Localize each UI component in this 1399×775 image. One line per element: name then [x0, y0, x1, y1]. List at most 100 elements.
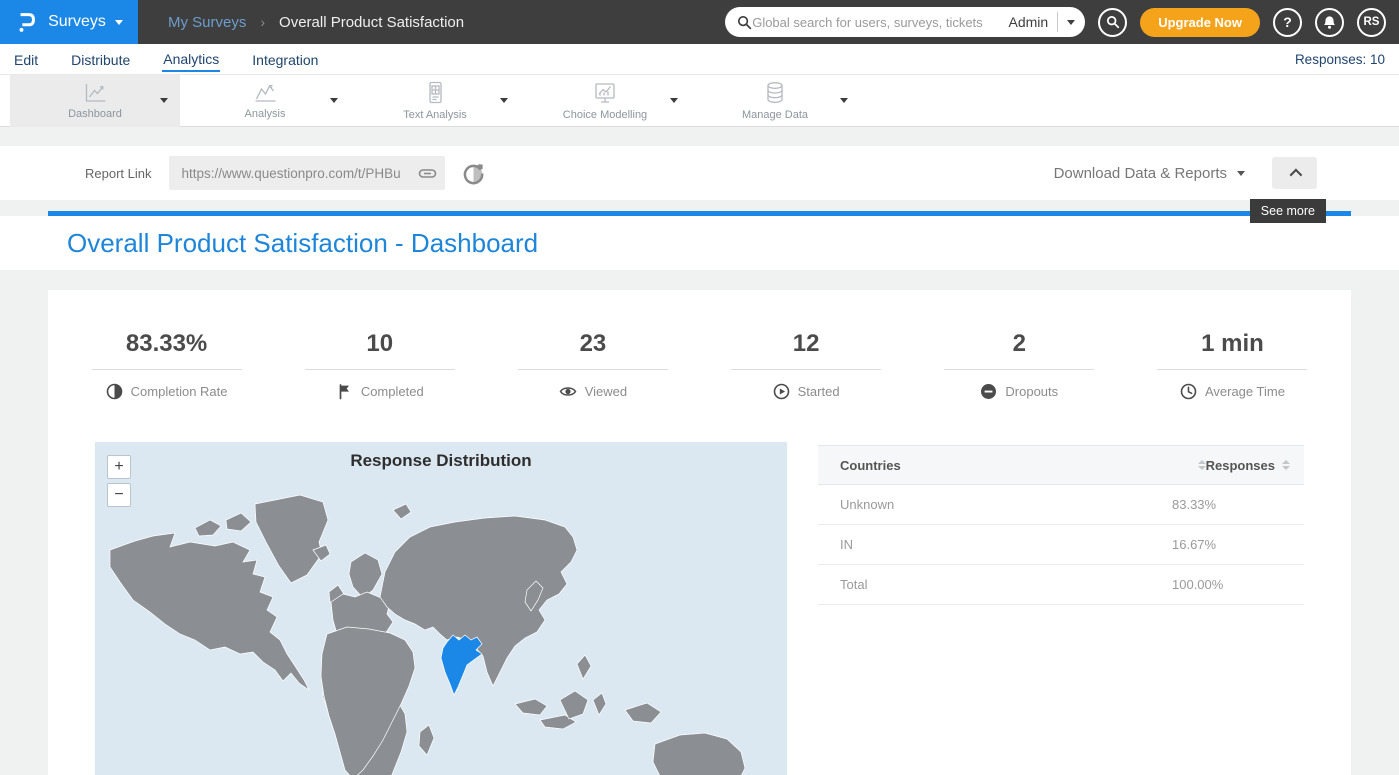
stat-viewed: 23 Viewed	[486, 330, 699, 400]
stat-label: Viewed	[585, 384, 627, 399]
toolbar-text-analysis-label: Text Analysis	[403, 109, 467, 121]
map-zoom-out-button[interactable]: −	[107, 483, 131, 507]
breadcrumb-my-surveys[interactable]: My Surveys	[168, 14, 246, 31]
search-scope-dropdown[interactable]: Admin	[1009, 12, 1080, 32]
greenland-shape	[255, 495, 328, 583]
response-distribution-map[interactable]: Response Distribution + −	[95, 442, 787, 775]
divider	[92, 369, 242, 370]
country-shape	[625, 703, 661, 723]
toolbar-text-analysis[interactable]: Text Analysis	[350, 75, 520, 127]
link-icon[interactable]	[418, 165, 437, 182]
world-map[interactable]	[95, 442, 787, 775]
search-icon	[1106, 15, 1120, 29]
stat-average-time: 1 min Average Time	[1126, 330, 1339, 400]
see-more-tooltip: See more	[1250, 199, 1326, 223]
product-name: Surveys	[48, 13, 106, 31]
search-icon	[737, 15, 752, 30]
map-zoom-in-button[interactable]: +	[107, 455, 131, 479]
tab-edit[interactable]: Edit	[13, 47, 39, 71]
chevron-down-icon[interactable]	[160, 98, 168, 103]
toolbar-manage-data[interactable]: Manage Data	[690, 75, 860, 127]
divider	[1157, 369, 1307, 370]
text-analysis-icon	[424, 81, 446, 105]
stat-completed: 10 Completed	[273, 330, 486, 400]
app-logo-surveys-menu[interactable]: Surveys	[0, 0, 138, 44]
divider	[944, 369, 1094, 370]
responses-cell: 16.67%	[1172, 537, 1304, 552]
divider	[518, 369, 668, 370]
tab-analytics[interactable]: Analytics	[162, 46, 220, 72]
india-highlight[interactable]	[441, 635, 482, 695]
tab-distribute[interactable]: Distribute	[70, 47, 131, 71]
global-search-input[interactable]	[752, 15, 1008, 30]
map-title: Response Distribution	[95, 451, 787, 471]
tab-integration[interactable]: Integration	[251, 47, 319, 71]
toolbar-analysis[interactable]: Analysis	[180, 75, 350, 127]
report-link-label: Report Link	[85, 166, 151, 181]
toolbar-dashboard[interactable]: Dashboard	[10, 75, 180, 127]
toolbar-choice-modelling[interactable]: Choice Modelling	[520, 75, 690, 127]
help-button[interactable]: ?	[1273, 8, 1302, 37]
analysis-chart-icon	[253, 82, 278, 104]
sort-icon[interactable]	[1282, 460, 1290, 470]
report-link-bar: Report Link Download Data & Reports	[0, 146, 1399, 200]
country-cell: Unknown	[840, 497, 1172, 512]
responses-count: Responses: 10	[1295, 52, 1399, 67]
collapse-panel-button[interactable]	[1272, 157, 1317, 189]
stat-label: Completion Rate	[131, 384, 228, 399]
stat-value: 10	[273, 330, 486, 358]
breadcrumb: My Surveys › Overall Product Satisfactio…	[168, 14, 464, 31]
notifications-button[interactable]	[1315, 8, 1344, 37]
country-shape	[349, 553, 382, 598]
chevron-down-icon[interactable]	[670, 98, 678, 103]
stats-row: 83.33% Completion Rate 10 Completed	[48, 290, 1351, 400]
stat-label: Completed	[361, 384, 424, 399]
chevron-down-icon	[115, 20, 123, 25]
stat-label: Dropouts	[1005, 384, 1058, 399]
country-shape	[593, 693, 606, 715]
bell-icon	[1322, 15, 1337, 30]
clock-icon	[1180, 383, 1197, 400]
secure-report-globe-icon[interactable]	[462, 162, 485, 185]
report-url-input[interactable]	[169, 156, 445, 190]
stat-value: 1 min	[1126, 330, 1339, 358]
chevron-down-icon[interactable]	[1237, 171, 1245, 176]
column-header-responses[interactable]: Responses	[1206, 458, 1290, 473]
sort-icon[interactable]	[1198, 460, 1206, 470]
upgrade-now-button[interactable]: Upgrade Now	[1140, 8, 1260, 37]
chevron-down-icon[interactable]	[840, 98, 848, 103]
country-shape	[577, 655, 591, 679]
user-avatar[interactable]: RS	[1357, 8, 1386, 37]
divider	[731, 369, 881, 370]
country-shape	[393, 504, 411, 519]
content-row: Response Distribution + −	[48, 442, 1351, 775]
search-button[interactable]	[1098, 8, 1127, 37]
chevron-down-icon[interactable]	[330, 98, 338, 103]
breadcrumb-current-survey: Overall Product Satisfaction	[279, 14, 464, 31]
divider	[1057, 12, 1058, 32]
country-shape	[560, 691, 588, 719]
country-cell: Total	[840, 577, 1172, 592]
country-shape	[226, 513, 251, 531]
database-icon	[764, 81, 786, 105]
stat-value: 83.33%	[60, 330, 273, 358]
flag-icon	[336, 383, 353, 400]
stat-label: Average Time	[1205, 384, 1285, 399]
column-header-countries[interactable]: Countries	[840, 458, 1198, 473]
analytics-toolbar: Dashboard Analysis Text Analysis Choice …	[0, 75, 1399, 127]
download-data-reports-dropdown[interactable]: Download Data & Reports	[1054, 165, 1227, 182]
responses-cell: 83.33%	[1172, 497, 1304, 512]
dashboard-chart-icon	[83, 82, 108, 104]
toolbar-manage-data-label: Manage Data	[742, 109, 808, 121]
toolbar-choice-modelling-label: Choice Modelling	[563, 109, 647, 121]
completion-rate-icon	[106, 383, 123, 400]
questionpro-logo-icon	[15, 9, 39, 35]
global-search: Admin	[725, 7, 1085, 37]
stat-dropouts: 2 Dropouts	[913, 330, 1126, 400]
play-circle-icon	[773, 383, 790, 400]
chevron-down-icon[interactable]	[500, 98, 508, 103]
column-header-responses-label: Responses	[1206, 458, 1275, 473]
eye-icon	[559, 383, 577, 400]
divider	[305, 369, 455, 370]
table-header: Countries Responses	[818, 445, 1304, 485]
